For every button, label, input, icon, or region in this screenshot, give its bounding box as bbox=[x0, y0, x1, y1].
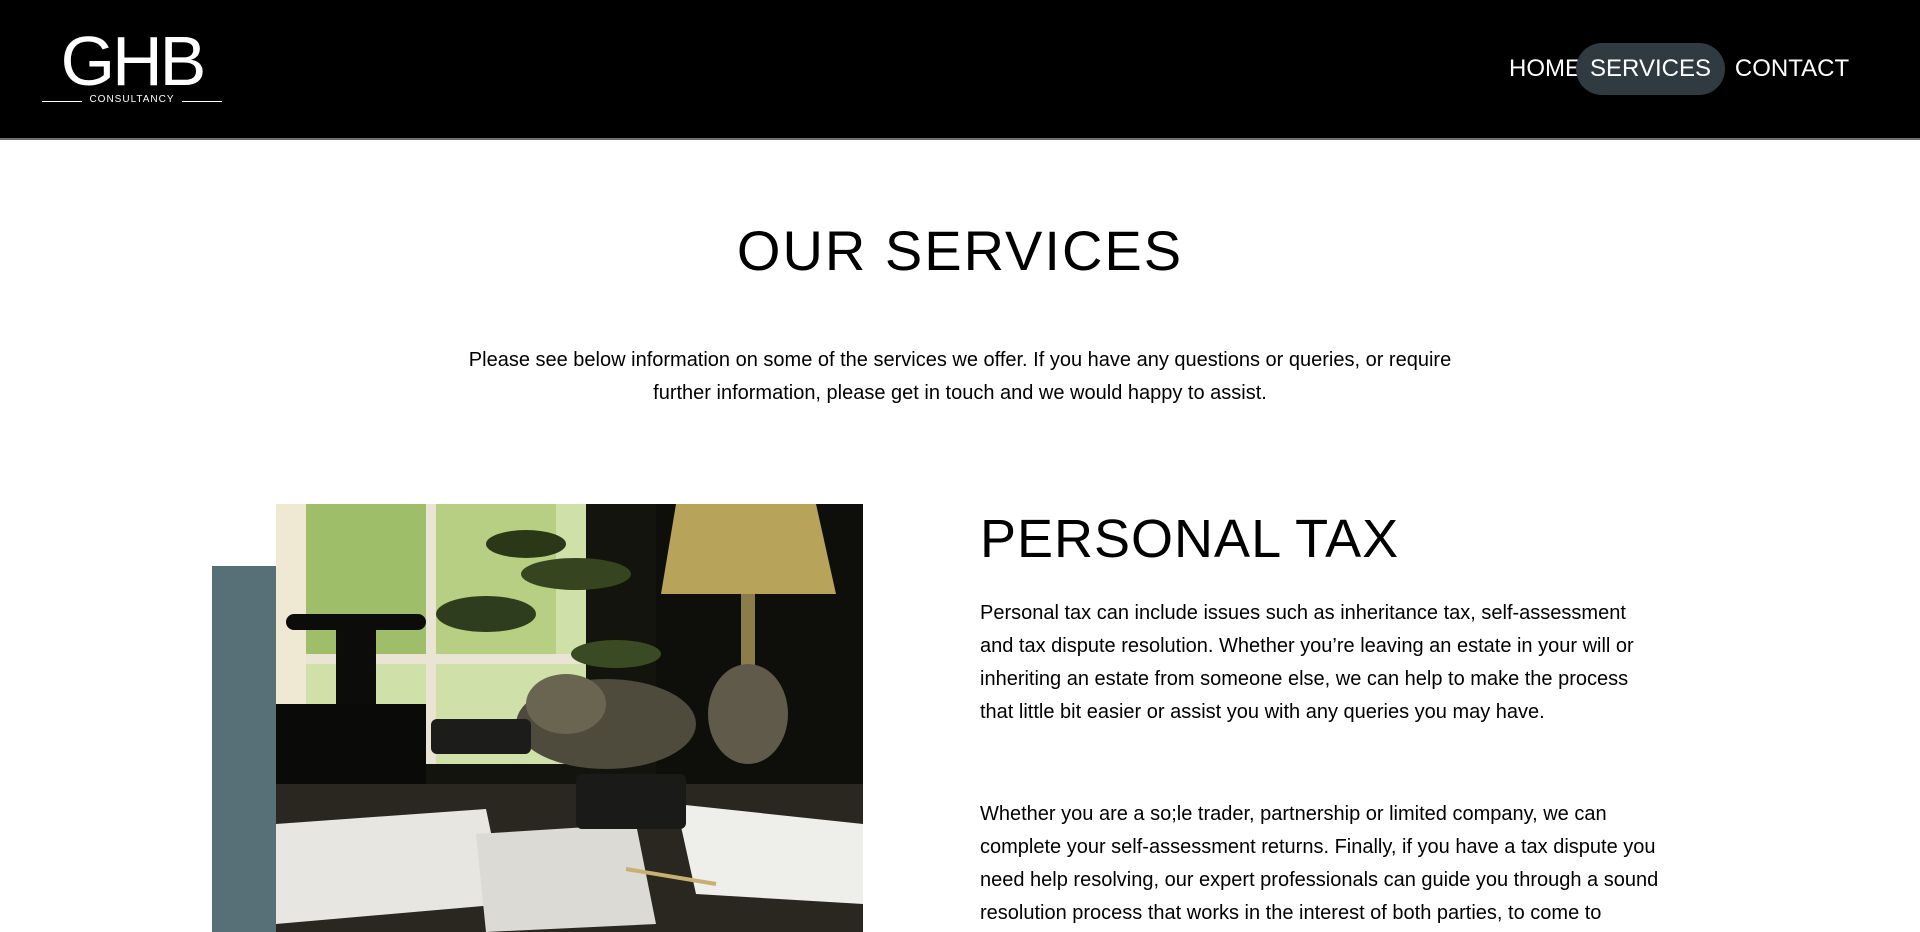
ghb-logo[interactable]: GHB CONSULTANCY bbox=[42, 26, 222, 110]
nav-contact[interactable]: CONTACT bbox=[1732, 43, 1852, 95]
services-title: OUR SERVICES bbox=[736, 219, 1184, 282]
logo-subtitle: CONSULTANCY bbox=[89, 94, 175, 105]
personal-tax-heading: PERSONAL TAX bbox=[980, 509, 1400, 569]
nav-services[interactable]: SERVICES bbox=[1576, 43, 1725, 95]
services-intro: Please see below information on some of … bbox=[468, 349, 1452, 404]
site-header: GHB CONSULTANCY HOME SERVICES CONTACT bbox=[0, 0, 1920, 140]
office-desk-photo bbox=[276, 504, 863, 932]
logo-letters: GHB bbox=[60, 22, 207, 100]
personal-tax-paragraph-2: Whether you are a so;le trader, partners… bbox=[980, 803, 1659, 924]
accent-bar bbox=[212, 566, 276, 932]
logo-divider-right bbox=[182, 101, 222, 102]
personal-tax-paragraph-1: Personal tax can include issues such as … bbox=[980, 602, 1634, 723]
